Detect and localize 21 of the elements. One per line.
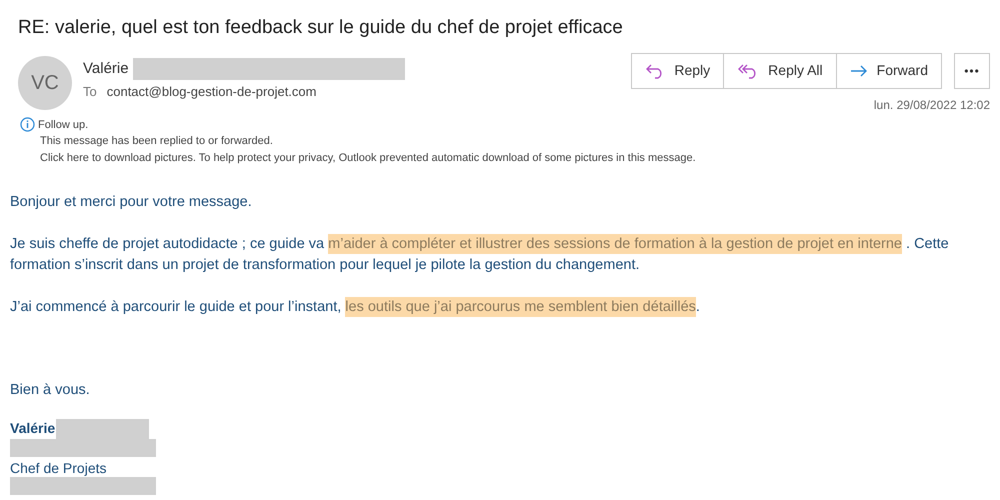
closing-text: Bien à vous. (10, 381, 91, 400)
sender-name: Valérie (83, 58, 129, 78)
reply-button[interactable]: Reply (632, 54, 724, 88)
body-paragraph: J’ai commencé à parcourir le guide et pour l’instant, les outils que j’ai parcourus me semblent bien détaillés. (10, 297, 701, 318)
more-button[interactable]: ••• (954, 52, 990, 88)
info-line: This message has been replied to or forwarded. (40, 134, 273, 149)
info-icon (20, 117, 35, 132)
avatar: VC (18, 56, 72, 110)
forward-button[interactable]: Forward (836, 54, 941, 88)
email-subject: RE: valerie, quel est ton feedback sur le guide du chef de projet efficace (17, 16, 624, 40)
forward-icon (850, 64, 868, 76)
recipient-address: contact@blog-gestion-de-projet.com (106, 83, 316, 101)
body-paragraph: Je suis cheffe de projet autodidacte ; ce guide va m’aider à compléter et illustrer des sessions de formation à la gestion de projet en interne . Cette formation s’inscrit dans un projet de transformation pour lequel je pilote la gestion du changement. (10, 234, 950, 275)
body-paragraph: Bonjour et merci pour votre message. (10, 193, 253, 212)
to-label: To (83, 83, 97, 101)
signature-name: Valérie (10, 419, 56, 438)
info-line[interactable]: Click here to download pictures. To help protect your privacy, Outlook prevented automatic download of some pictures in this message. (40, 150, 696, 166)
reply-all-button[interactable]: Reply All (723, 54, 836, 88)
signature-title: Chef de Projets (10, 459, 106, 477)
info-line: Follow up. (38, 118, 88, 132)
received-date: lun. 29/08/2022 12:02 (874, 96, 990, 114)
